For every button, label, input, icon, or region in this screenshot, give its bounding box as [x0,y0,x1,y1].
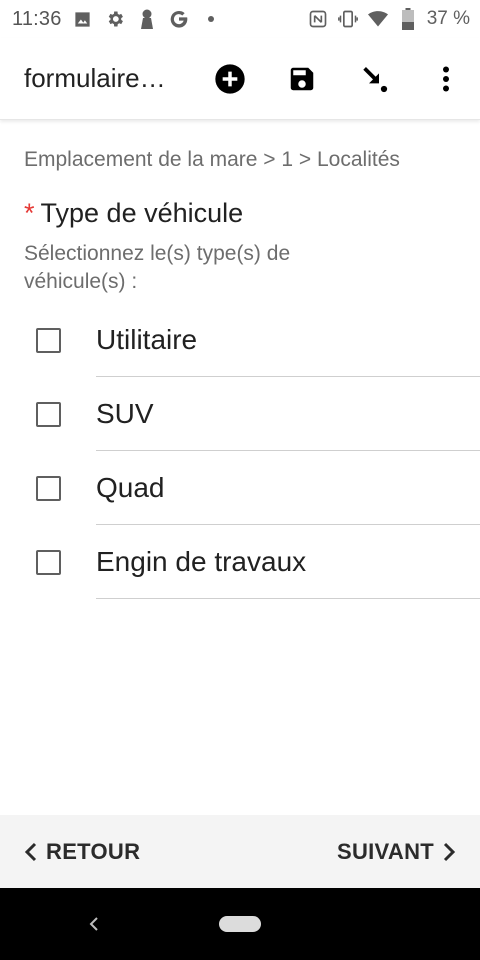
system-navigation-bar [0,888,480,960]
checkbox-utilitaire[interactable] [36,327,61,353]
question-label: * Type de véhicule [24,198,243,229]
system-back-icon [89,917,98,931]
option-suv[interactable]: SUV [0,377,480,451]
system-back-button[interactable] [82,910,106,938]
chevron-right-icon [443,842,456,861]
option-quad[interactable]: Quad [0,451,480,525]
status-left: 11:36 [12,8,222,31]
app-bar: formulaire… [0,38,480,120]
chevron-left-icon [24,842,37,861]
option-utilitaire[interactable]: Utilitaire [0,303,480,377]
status-right: 37 % [307,8,470,30]
checkbox-engin-de-travaux[interactable] [36,549,61,575]
option-label: Utilitaire [96,324,198,355]
form-navigation-bar: RETOUR SUIVANT [0,815,480,888]
checkbox-suv[interactable] [36,401,61,427]
next-button[interactable]: SUIVANT [337,839,456,865]
battery-icon [397,8,419,30]
nfc-icon [307,8,329,30]
settings-icon [104,8,126,30]
google-icon [168,8,190,30]
save-icon [290,67,314,91]
question-hint: Sélectionnez le(s) type(s) de véhicule(s… [24,242,291,293]
option-engin-de-travaux[interactable]: Engin de travaux [0,525,480,599]
question-text: Type de véhicule [40,198,244,228]
option-label: Quad [96,472,165,503]
status-time: 11:36 [12,7,62,30]
status-bar: 11:36 37 % [0,0,480,38]
breadcrumb: Emplacement de la mare > 1 > Localités [24,148,400,171]
next-button-label: SUIVANT [336,838,434,864]
back-button-label: RETOUR [46,838,141,864]
wifi-icon [367,8,389,30]
more-vert-icon [443,66,449,92]
battery-percentage: 37 % [426,8,470,29]
system-home-button[interactable] [219,916,261,932]
app-bar-actions [212,38,464,120]
add-repeat-button[interactable] [212,61,248,97]
page-title: formulaire… [24,63,166,93]
go-to-button[interactable] [356,61,392,97]
checkbox-quad[interactable] [36,475,61,501]
divider [96,598,480,599]
back-button[interactable]: RETOUR [24,839,140,865]
image-icon [72,8,94,30]
options-list: Utilitaire SUV Quad Engin de travaux [0,303,480,599]
option-label: Engin de travaux [96,546,307,577]
go-to-icon [363,67,388,93]
dot-icon [200,8,222,30]
save-button[interactable] [284,61,320,97]
keyhole-icon [136,8,158,30]
vibrate-icon [337,8,359,30]
option-label: SUV [96,398,154,429]
required-marker: * [24,198,35,228]
more-options-button[interactable] [428,61,464,97]
add-circle-icon [215,64,245,94]
